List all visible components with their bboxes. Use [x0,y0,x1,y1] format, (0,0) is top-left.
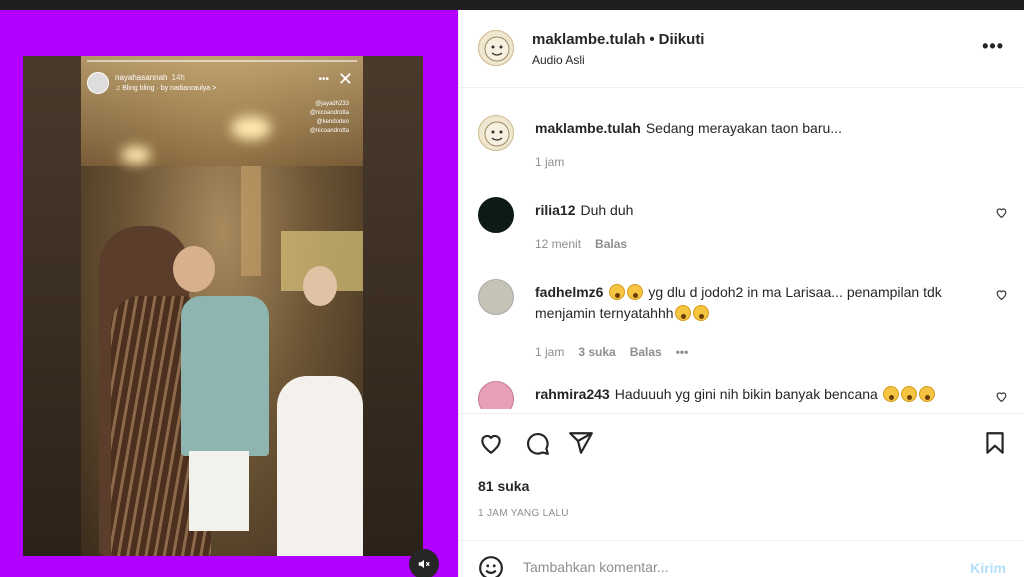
sad-face-emoji-icon [609,284,626,300]
comment-time[interactable]: 1 jam [535,155,564,169]
avatar[interactable] [478,381,514,409]
story-header: nayahasannah 14h ♫ Bling bling · by nadia… [87,66,357,98]
scene-pillar [241,166,261,276]
avatar[interactable] [478,30,514,66]
comment-options-icon[interactable]: ••• [676,345,689,359]
audio-label[interactable]: Audio Asli [532,53,585,67]
reply-button[interactable]: Balas [595,237,627,251]
story-tag[interactable]: @jayadh233 [279,100,349,109]
surprised-face-emoji-icon [900,386,917,402]
story-progress-bar [87,60,357,62]
person-head [173,246,215,292]
comment-meta: 1 jam 3 suka Balas ••• [535,345,702,359]
post-date[interactable]: 1 JAM YANG LALU [478,508,569,519]
story-username[interactable]: nayahasannah [115,73,168,82]
post-comment-button[interactable]: Kirim [970,560,1006,576]
comment-meta: 12 menit Balas [535,237,641,251]
comment-username[interactable]: fadhelmz6 [535,284,603,300]
comment-meta: 1 jam [535,155,578,169]
comment-body: Haduuuh yg gini nih bikin banyak bencana [614,386,878,402]
video-blur-left [23,56,81,556]
story-username-line: nayahasannah 14h [115,73,185,82]
bookmark-icon[interactable] [982,430,1008,456]
story-tag[interactable]: @nicoandrotta [279,127,349,136]
avatar[interactable] [478,279,514,315]
person-silhouette [181,296,269,456]
follow-status[interactable]: Diikuti [659,31,705,48]
story-avatar[interactable] [87,72,109,94]
video-blur-right [363,56,423,556]
story-song[interactable]: ♫ Bling bling · by nadianraulya > [115,85,216,92]
comment-text: fadhelmz6 yg dlu d jodoh2 in ma Larisaa.… [535,282,973,324]
video-frame[interactable]: nayahasannah 14h ♫ Bling bling · by nadia… [23,56,423,556]
surprised-face-emoji-icon [882,386,899,402]
mute-button[interactable] [409,549,439,577]
heart-icon[interactable] [478,430,504,456]
avatar-face-icon [484,121,510,147]
comment-time[interactable]: 1 jam [535,345,564,359]
scene-light [121,146,151,164]
comment-text: maklambe.tulah Sedang merayakan taon baru… [535,118,973,139]
story-mention-tags: @jayadh233 @nicoandrotta @kendodeo @nico… [279,100,349,136]
avatar[interactable] [478,197,514,233]
smile-icon[interactable] [478,555,504,577]
story-time: 14h [171,73,185,82]
comment-text: rahmira243 Haduuuh yg gini nih bikin bany… [535,384,973,405]
story-tag[interactable]: @nicoandrotta [279,109,349,118]
post-details-panel: maklambe.tulah • Diikuti Audio Asli ••• ma… [458,10,1024,577]
sad-face-emoji-icon [627,284,644,300]
story-more-icon[interactable]: ••• [318,74,329,85]
comments-list: maklambe.tulah Sedang merayakan taon baru… [459,89,1024,409]
post-author-line: maklambe.tulah • Diikuti [532,31,704,48]
post-header: maklambe.tulah • Diikuti Audio Asli ••• [459,10,1024,88]
heart-icon[interactable] [995,390,1008,403]
speaker-muted-icon [418,559,430,569]
person-head [303,266,337,306]
person-silhouette [189,451,249,531]
surprised-face-emoji-icon [674,305,691,321]
media-panel: nayahasannah 14h ♫ Bling bling · by nadia… [0,10,458,577]
person-silhouette [277,376,363,556]
browser-top-strip [0,0,1024,10]
post-author[interactable]: maklambe.tulah [532,31,645,48]
story-tag[interactable]: @kendodeo [279,118,349,127]
comment-time[interactable]: 12 menit [535,237,581,251]
comment-body: Duh duh [580,202,634,218]
heart-icon[interactable] [995,288,1008,301]
separator-dot: • [649,31,655,48]
comment-icon[interactable] [524,430,550,456]
comment-body: Sedang merayakan taon baru... [645,120,842,136]
likes-count[interactable]: 81 suka [478,478,529,494]
comment-likes[interactable]: 3 suka [578,345,615,359]
post-actions: 81 suka 1 JAM YANG LALU [459,413,1024,543]
comment-username[interactable]: maklambe.tulah [535,120,641,136]
comment-username[interactable]: rilia12 [535,202,575,218]
comment-username[interactable]: rahmira243 [535,386,610,402]
comment-composer: Kirim [459,540,1024,577]
share-icon[interactable] [568,430,594,456]
comment-input[interactable] [523,559,943,575]
story-video[interactable]: nayahasannah 14h ♫ Bling bling · by nadia… [81,56,363,556]
avatar[interactable] [478,115,514,151]
heart-icon[interactable] [995,206,1008,219]
reply-button[interactable]: Balas [630,345,662,359]
surprised-face-emoji-icon [918,386,935,402]
avatar-face-icon [484,36,510,62]
scene-light [231,116,271,140]
close-icon[interactable]: ✕ [338,69,353,90]
comment-text: rilia12 Duh duh [535,200,973,221]
surprised-face-emoji-icon [692,305,709,321]
more-options-icon[interactable]: ••• [982,36,1004,57]
